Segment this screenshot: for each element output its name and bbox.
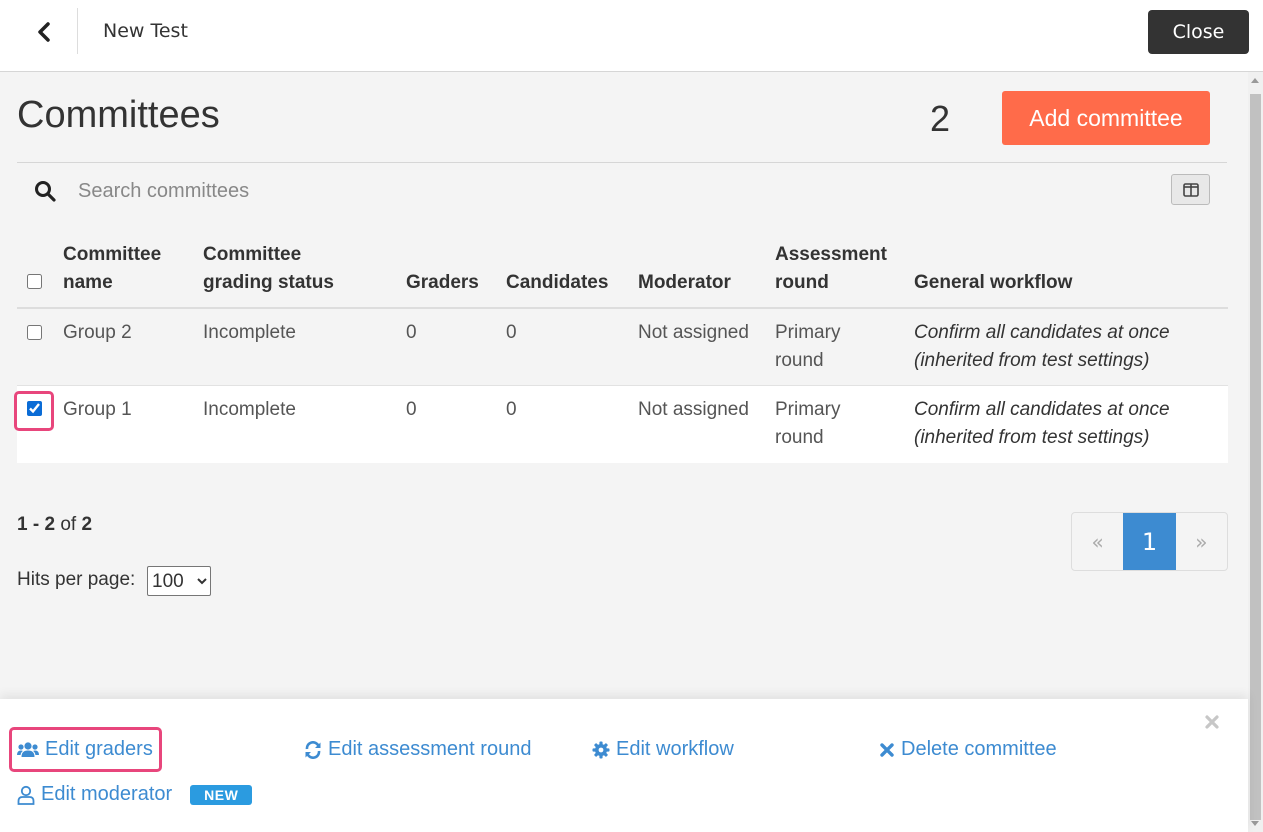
page-header-title: New Test — [103, 20, 188, 42]
page-title: Committees — [17, 94, 220, 136]
cell-general-workflow: Confirm all candidates at once (inherite… — [914, 396, 1170, 452]
column-header-moderator[interactable]: Moderator — [638, 269, 731, 297]
delete-committee-label: Delete committee — [901, 738, 1057, 760]
back-button[interactable] — [24, 14, 64, 50]
column-header-general-workflow[interactable]: General workflow — [914, 269, 1072, 297]
cell-graders: 0 — [406, 322, 417, 343]
column-header-grading-status[interactable]: Committee grading status — [203, 241, 334, 297]
add-committee-button[interactable]: Add committee — [1002, 91, 1210, 145]
cell-line: round — [775, 350, 824, 371]
cell-committee-name[interactable]: Group 1 — [63, 396, 132, 424]
edit-moderator-label: Edit moderator — [41, 783, 173, 805]
close-icon — [880, 742, 894, 757]
cell-general-workflow: Confirm all candidates at once (inherite… — [914, 319, 1170, 375]
results-range: 1 - 2 of 2 — [17, 514, 92, 536]
cell-candidates: 0 — [506, 399, 517, 420]
refresh-icon — [305, 740, 321, 759]
scrollbar[interactable] — [1248, 72, 1263, 832]
users-icon — [17, 741, 39, 757]
cell-line: (inherited from test settings) — [914, 350, 1150, 371]
range-of-label: of — [55, 514, 82, 535]
page-button-current[interactable]: 1 — [1123, 513, 1176, 570]
cell-line: Primary — [775, 399, 841, 420]
row-checkbox[interactable] — [27, 401, 42, 416]
cell-grading-status: Incomplete — [203, 399, 296, 420]
close-button[interactable]: Close — [1148, 10, 1249, 54]
row-checkbox[interactable] — [27, 325, 42, 340]
column-header-line: Committee — [63, 244, 162, 265]
next-page-button[interactable]: » — [1176, 513, 1227, 570]
column-header-committee-name[interactable]: Committee name — [63, 241, 161, 297]
cell-line: round — [775, 427, 824, 448]
edit-workflow-action[interactable]: Edit workflow — [592, 738, 734, 761]
table-row[interactable]: Group 2 Incomplete 0 0 Not assigned Prim… — [17, 309, 1228, 386]
pagination: « 1 » — [1071, 512, 1228, 571]
delete-committee-action[interactable]: Delete committee — [879, 738, 1057, 761]
column-header-line: Assessment — [775, 244, 887, 265]
bulk-actions-panel: Edit graders Edit assessment round Edit … — [0, 699, 1248, 832]
range-start: 1 — [17, 514, 28, 535]
cell-graders: 0 — [406, 399, 417, 420]
cell-grading-status: Incomplete — [203, 322, 296, 343]
cell-committee-name[interactable]: Group 2 — [63, 319, 132, 347]
cell-moderator: Not assigned — [638, 322, 749, 343]
cell-line: (inherited from test settings) — [914, 427, 1150, 448]
column-header-assessment-round[interactable]: Assessment round — [775, 241, 887, 297]
committee-count: 2 — [930, 98, 951, 139]
select-all-checkbox[interactable] — [27, 274, 42, 289]
table-row[interactable]: Group 1 Incomplete 0 0 Not assigned Prim… — [14, 386, 1228, 463]
cell-line: Primary — [775, 322, 841, 343]
top-bar: New Test Close — [0, 0, 1263, 72]
search-icon — [35, 181, 56, 202]
edit-graders-label: Edit graders — [45, 738, 153, 760]
new-badge: NEW — [190, 784, 253, 805]
column-header-line: grading status — [203, 272, 334, 293]
edit-graders-action[interactable]: Edit graders — [17, 738, 153, 761]
range-end: 2 — [44, 514, 56, 535]
edit-workflow-label: Edit workflow — [616, 738, 734, 760]
chevron-left-icon — [38, 22, 50, 42]
user-icon — [17, 785, 35, 805]
range-separator: - — [27, 514, 45, 535]
column-header-graders[interactable]: Graders — [406, 269, 479, 297]
prev-page-button[interactable]: « — [1072, 513, 1123, 570]
heading-divider — [17, 162, 1227, 163]
cell-assessment-round: Primary round — [775, 396, 840, 452]
column-settings-button[interactable] — [1171, 174, 1210, 205]
column-header-line: round — [775, 272, 829, 293]
gear-icon — [592, 741, 610, 758]
hits-per-page-select[interactable]: 100 — [147, 566, 211, 596]
scroll-down-arrow-icon[interactable] — [1251, 821, 1259, 826]
panel-close-button[interactable] — [1201, 711, 1223, 733]
columns-icon — [1182, 182, 1199, 197]
scroll-up-arrow-icon[interactable] — [1251, 78, 1259, 83]
cell-line: Confirm all candidates at once — [914, 399, 1170, 420]
cell-assessment-round: Primary round — [775, 319, 840, 375]
column-header-candidates[interactable]: Candidates — [506, 269, 608, 297]
cell-moderator: Not assigned — [638, 399, 749, 420]
search-input[interactable] — [70, 172, 670, 210]
column-header-line: Committee — [203, 244, 302, 265]
edit-assessment-round-label: Edit assessment round — [328, 738, 532, 760]
column-header-line: name — [63, 272, 113, 293]
header-divider — [77, 8, 78, 54]
close-icon — [1205, 715, 1219, 729]
cell-line: Confirm all candidates at once — [914, 322, 1170, 343]
edit-moderator-action[interactable]: Edit moderator NEW — [17, 783, 253, 806]
hits-per-page-label: Hits per page: — [17, 569, 136, 590]
scrollbar-thumb[interactable] — [1250, 94, 1261, 820]
edit-assessment-round-action[interactable]: Edit assessment round — [304, 738, 531, 761]
range-total: 2 — [81, 514, 93, 535]
cell-candidates: 0 — [506, 322, 517, 343]
